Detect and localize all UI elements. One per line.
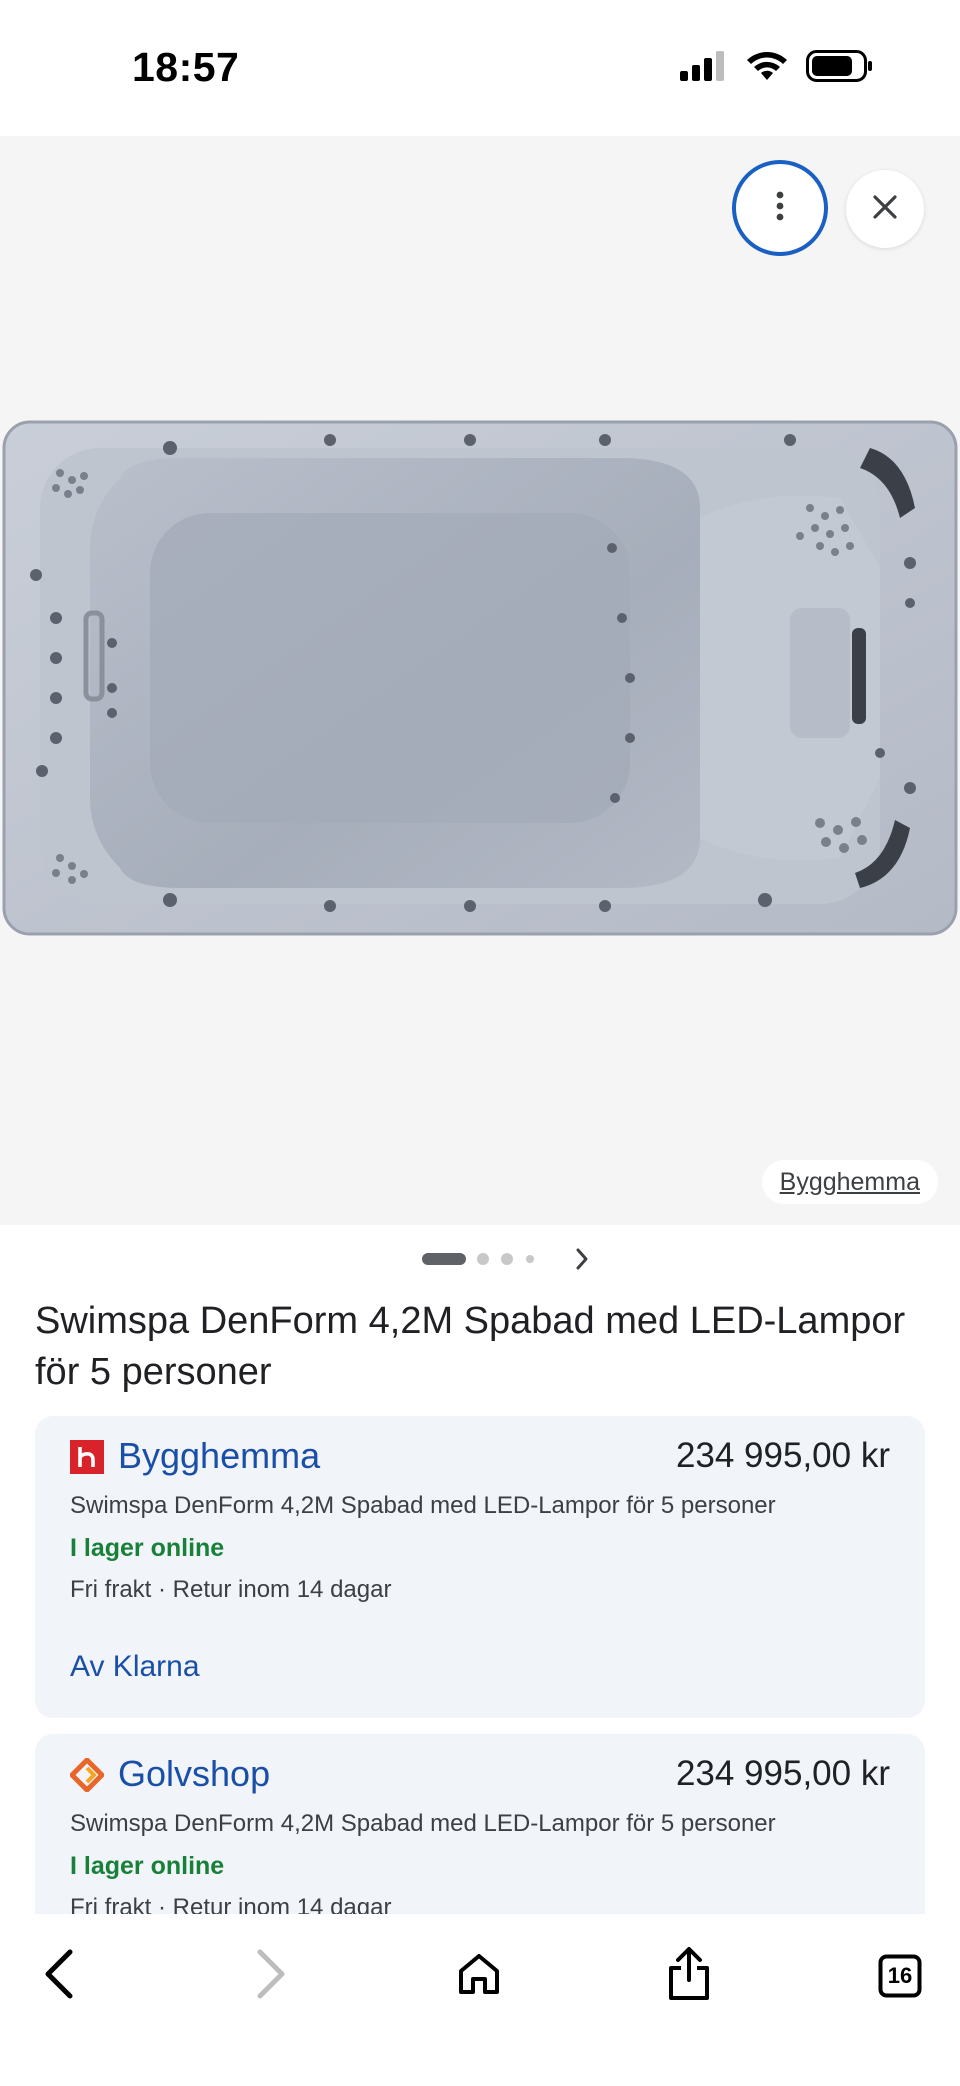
cellular-signal-icon xyxy=(680,51,728,86)
tab-count: 16 xyxy=(887,1963,913,1988)
tabs-button[interactable]: 16 xyxy=(862,1938,938,2014)
carousel-dot-3[interactable] xyxy=(501,1253,513,1265)
offer-description: Swimspa DenForm 4,2M Spabad med LED-Lamp… xyxy=(70,1810,776,1837)
carousel-dot-4[interactable] xyxy=(526,1255,534,1263)
back-arrow-icon xyxy=(40,1948,80,2005)
product-image[interactable] xyxy=(0,418,960,944)
offer-card[interactable]: Bygghemma 234 995,00 kr Swimspa DenForm … xyxy=(35,1416,925,1718)
more-vertical-icon xyxy=(775,191,785,226)
offer-price: 234 995,00 kr xyxy=(675,1436,890,1475)
product-title: Swimspa DenForm 4,2M Spabad med LED-Lamp… xyxy=(35,1300,906,1393)
battery-icon xyxy=(806,50,874,87)
share-icon xyxy=(666,1946,712,2007)
status-icons xyxy=(680,50,874,87)
back-button[interactable] xyxy=(22,1938,98,2014)
close-icon xyxy=(872,194,898,225)
close-button[interactable] xyxy=(846,170,924,248)
carousel-dot-2[interactable] xyxy=(477,1253,489,1265)
stock-status: I lager online xyxy=(70,1534,225,1562)
carousel-dot-1[interactable] xyxy=(422,1253,466,1265)
home-button[interactable] xyxy=(441,1938,517,2014)
offer-description: Swimspa DenForm 4,2M Spabad med LED-Lamp… xyxy=(70,1492,776,1519)
more-options-button[interactable] xyxy=(732,160,828,256)
offer-header: Bygghemma 234 995,00 kr xyxy=(70,1432,890,1480)
image-carousel-indicator xyxy=(0,1244,960,1274)
stock-status: I lager online xyxy=(70,1852,225,1880)
offer-price: 234 995,00 kr xyxy=(675,1754,890,1793)
image-viewer: Bygghemma xyxy=(0,136,960,1225)
share-button[interactable] xyxy=(651,1938,727,2014)
browser-toolbar: 16 xyxy=(0,1914,960,2086)
forward-button[interactable] xyxy=(232,1938,308,2014)
status-time: 18:57 xyxy=(132,44,240,90)
tabs-icon: 16 xyxy=(878,1954,922,1998)
store-name-link[interactable]: Golvshop xyxy=(118,1750,270,1798)
shipping-info: Fri frakt · Retur inom 14 dagar xyxy=(70,1576,392,1603)
store-name-link[interactable]: Bygghemma xyxy=(118,1432,320,1480)
golvshop-logo xyxy=(68,1756,106,1794)
image-source-link[interactable]: Bygghemma xyxy=(761,1160,938,1204)
forward-arrow-icon xyxy=(250,1948,290,2005)
offer-header: Golvshop 234 995,00 kr xyxy=(68,1750,890,1798)
wifi-icon xyxy=(746,50,788,87)
home-icon xyxy=(456,1951,502,2002)
chevron-right-icon[interactable] xyxy=(570,1244,594,1279)
klarna-payment-link[interactable]: Av Klarna xyxy=(70,1650,200,1684)
bygghemma-logo xyxy=(70,1440,104,1474)
status-bar: 18:57 xyxy=(0,0,960,136)
